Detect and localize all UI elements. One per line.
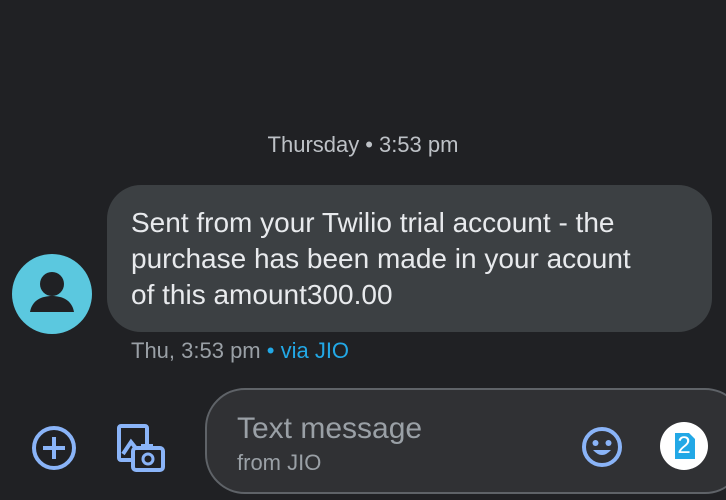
message-via-carrier: • via JIO	[266, 338, 350, 363]
gallery-button[interactable]	[113, 420, 167, 476]
message-placeholder: Text message	[237, 412, 423, 445]
conversation-date-header: Thursday • 3:53 pm	[0, 132, 726, 158]
message-meta: Thu, 3:53 pm • via JIO	[131, 338, 349, 364]
sim-hint-text: from JIO	[237, 450, 322, 475]
message-timestamp: Thu, 3:53 pm	[131, 338, 261, 363]
sim-number: 2	[677, 432, 691, 459]
date-time: 3:53 pm	[378, 132, 459, 157]
text-message-input[interactable]: Text message from JIO	[205, 388, 726, 494]
emoji-button[interactable]	[580, 425, 624, 469]
person-icon	[30, 272, 74, 312]
date-day: Thursday	[267, 132, 360, 157]
gallery-camera-icon	[117, 424, 165, 472]
add-circle-icon	[32, 426, 76, 470]
add-attachment-button[interactable]	[30, 424, 78, 472]
sim-selector-button[interactable]: 2	[658, 420, 710, 472]
sender-avatar[interactable]	[12, 254, 92, 334]
emoji-icon	[582, 427, 622, 467]
date-separator: •	[365, 132, 373, 157]
message-bubble[interactable]: Sent from your Twilio trial account - th…	[107, 185, 712, 332]
